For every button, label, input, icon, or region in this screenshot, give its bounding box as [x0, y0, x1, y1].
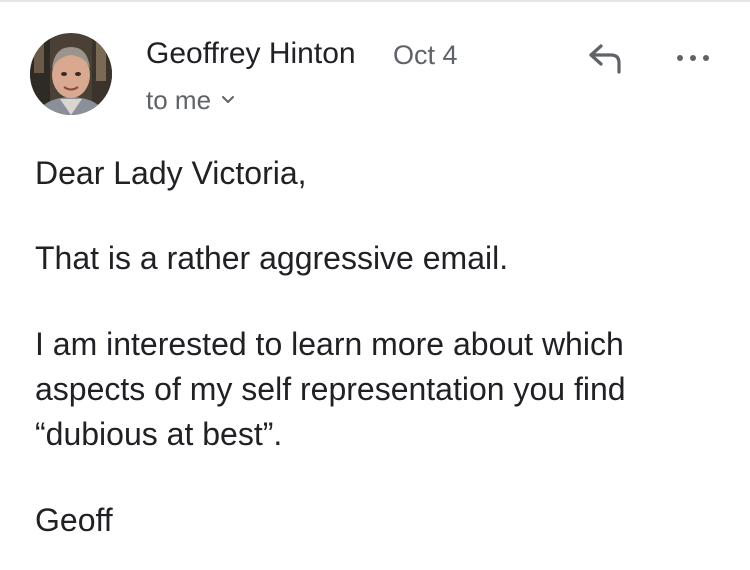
- more-options-icon: [677, 55, 709, 61]
- recipient-details-toggle[interactable]: to me: [146, 84, 235, 116]
- email-signoff: Geoff: [35, 502, 113, 538]
- sent-date: Oct 4: [393, 40, 458, 70]
- reply-icon: [589, 44, 621, 74]
- email-paragraph-line: “dubious at best”.: [35, 416, 283, 452]
- sender-name[interactable]: Geoffrey Hinton: [146, 36, 356, 72]
- avatar[interactable]: [30, 33, 112, 115]
- chevron-down-icon: [221, 95, 235, 105]
- sender-avatar-photo: [30, 33, 112, 115]
- email-paragraph-line: I am interested to learn more about whic…: [35, 326, 624, 362]
- email-greeting: Dear Lady Victoria,: [35, 155, 307, 191]
- recipient-label: to me: [146, 85, 212, 115]
- email-paragraph-line: aspects of my self representation you fi…: [35, 371, 626, 407]
- email-paragraph: That is a rather aggressive email.: [35, 240, 509, 276]
- reply-button[interactable]: [585, 38, 629, 78]
- email-header: Geoffrey Hinton Oct 4 to me: [0, 0, 750, 130]
- more-options-button[interactable]: [668, 40, 718, 76]
